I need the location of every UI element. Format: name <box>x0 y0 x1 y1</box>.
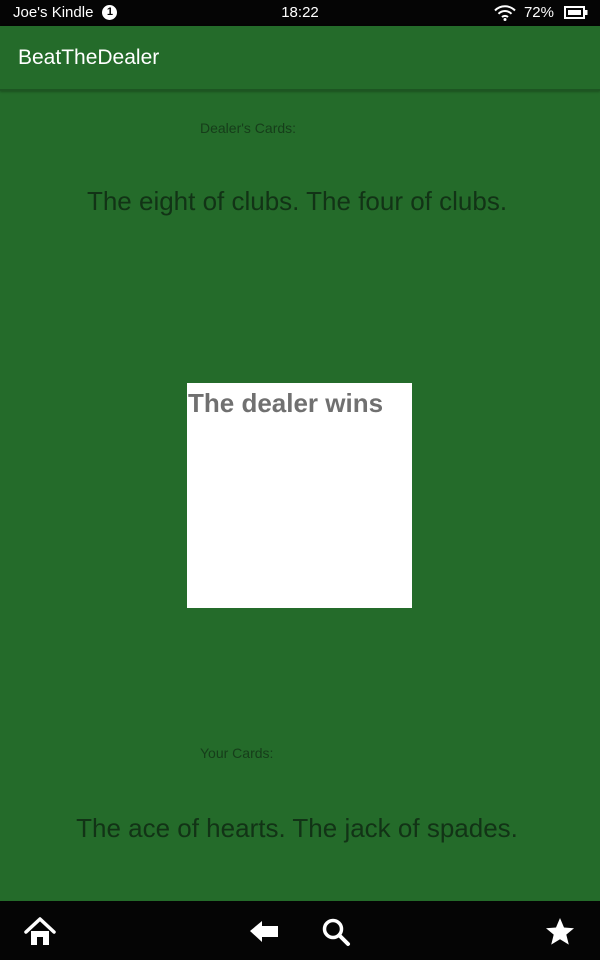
back-button[interactable] <box>248 916 280 948</box>
search-button[interactable] <box>320 916 352 948</box>
result-text: The dealer wins <box>188 388 384 418</box>
dealer-cards-text: The eight of clubs. The four of clubs. <box>86 186 508 216</box>
app-title: BeatTheDealer <box>18 46 160 69</box>
status-right: 72% <box>494 4 588 21</box>
home-button[interactable] <box>24 916 56 948</box>
search-icon <box>320 916 352 948</box>
wifi-icon <box>494 4 516 21</box>
result-panel: The dealer wins <box>187 383 412 608</box>
status-bar: Joe's Kindle 1 18:22 72% <box>0 0 600 26</box>
battery-icon <box>564 6 588 19</box>
back-icon <box>248 916 280 948</box>
battery-percent: 72% <box>523 4 554 21</box>
your-cards-text: The ace of hearts. The jack of spades. <box>76 813 518 843</box>
favorites-button[interactable] <box>544 916 576 948</box>
favorites-icon <box>544 916 576 948</box>
nav-bar <box>0 901 600 960</box>
home-icon <box>24 916 56 948</box>
your-cards-label: Your Cards: <box>200 745 274 761</box>
dealer-cards-label: Dealer's Cards: <box>200 120 297 136</box>
app-bar: BeatTheDealer <box>0 26 600 91</box>
